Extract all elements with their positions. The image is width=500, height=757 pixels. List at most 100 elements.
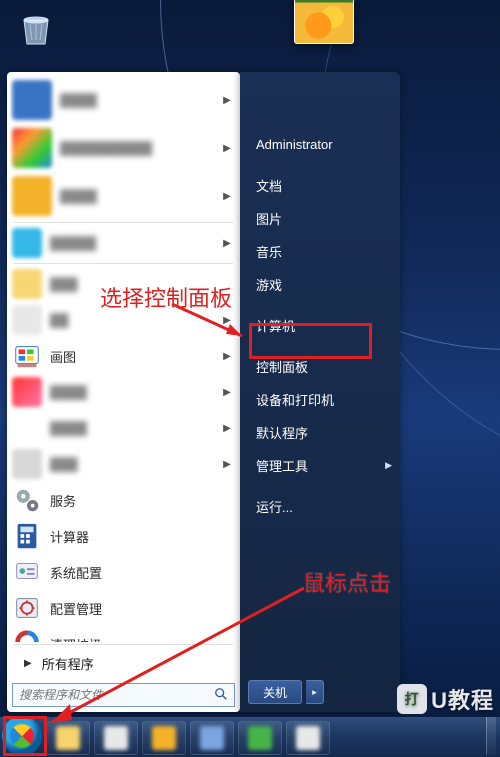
program-item-1[interactable]: ██████████▶ xyxy=(10,124,237,172)
right-item-pictures[interactable]: 图片 xyxy=(240,202,400,235)
program-item-4[interactable]: ███ xyxy=(10,266,237,302)
shutdown-options-arrow[interactable]: ▸ xyxy=(306,680,324,704)
right-item-admin-tools[interactable]: 管理工具 ▶ xyxy=(240,449,400,482)
watermark: 打 U教程 xyxy=(397,683,494,715)
watermark-badge: 打 xyxy=(397,684,427,714)
separator xyxy=(14,644,233,645)
program-icon xyxy=(12,521,42,551)
right-item-computer[interactable]: 计算机 xyxy=(240,309,400,342)
program-list: ████▶██████████▶████▶█████▶█████▶画图▶████… xyxy=(10,76,237,642)
program-label: ██ xyxy=(50,313,213,328)
program-label: 清理垃圾 xyxy=(50,635,233,643)
program-item-2[interactable]: ████ ▶ xyxy=(10,172,237,220)
right-item-label: 游戏 xyxy=(256,275,282,294)
taskbar-item-app-5[interactable] xyxy=(238,721,282,755)
right-item-control-panel[interactable]: 控制面板 xyxy=(240,350,400,383)
right-item-label: 设备和打印机 xyxy=(256,390,334,409)
recycle-bin-icon xyxy=(16,8,56,48)
program-label: ███ xyxy=(50,277,233,292)
taskbar-item-app-2[interactable] xyxy=(94,721,138,755)
triangle-icon: ▶ xyxy=(24,658,32,669)
program-label: ███ xyxy=(50,457,213,472)
program-label: 系统配置 xyxy=(50,563,233,582)
right-item-label: 图片 xyxy=(256,209,282,228)
program-icon xyxy=(12,413,42,443)
taskbar-item-explorer[interactable] xyxy=(46,721,90,755)
all-programs[interactable]: ▶ 所有程序 xyxy=(10,647,237,679)
desktop: ████▶██████████▶████▶█████▶█████▶画图▶████… xyxy=(0,0,500,757)
right-item-label: 文档 xyxy=(256,176,282,195)
show-desktop-button[interactable] xyxy=(486,717,496,755)
shutdown-area: 关机 ▸ xyxy=(240,674,400,712)
all-programs-label: 所有程序 xyxy=(42,654,94,673)
program-icon xyxy=(12,377,42,407)
program-item-12[interactable]: 系统配置 xyxy=(10,554,237,590)
right-item-default-programs[interactable]: 默认程序 xyxy=(240,416,400,449)
program-item-0[interactable]: ████▶ xyxy=(10,76,237,124)
taskbar xyxy=(0,717,500,757)
taskbar-icon xyxy=(200,726,224,750)
program-item-9[interactable]: ███ ▶ xyxy=(10,446,237,482)
right-item-label: 默认程序 xyxy=(256,423,308,442)
username-label: Administrator xyxy=(256,137,333,152)
taskbar-icon xyxy=(152,726,176,750)
taskbar-icon xyxy=(296,726,320,750)
jump-list-arrow-icon: ▶ xyxy=(221,423,233,434)
right-item-devices-printers[interactable]: 设备和打印机 xyxy=(240,383,400,416)
start-menu: ████▶██████████▶████▶█████▶█████▶画图▶████… xyxy=(7,72,400,722)
search-row xyxy=(10,679,237,709)
program-item-3[interactable]: █████▶ xyxy=(10,225,237,261)
right-item-music[interactable]: 音乐 xyxy=(240,235,400,268)
program-icon xyxy=(12,305,42,335)
shutdown-button[interactable]: 关机 xyxy=(248,680,302,704)
program-label: █████ xyxy=(50,236,213,251)
recycle-bin[interactable] xyxy=(12,8,60,60)
program-label: ████ xyxy=(50,421,213,436)
right-item-label: 控制面板 xyxy=(256,357,308,376)
avatar-image xyxy=(295,0,353,43)
search-input[interactable] xyxy=(19,688,214,702)
program-item-6[interactable]: 画图▶ xyxy=(10,338,237,374)
taskbar-item-app-3[interactable] xyxy=(142,721,186,755)
taskbar-icon xyxy=(248,726,272,750)
program-item-5[interactable]: ██ ▶ xyxy=(10,302,237,338)
taskbar-item-app-6[interactable] xyxy=(286,721,330,755)
account-name[interactable]: Administrator xyxy=(240,128,400,161)
program-item-7[interactable]: ████▶ xyxy=(10,374,237,410)
program-icon xyxy=(12,629,42,642)
user-avatar[interactable] xyxy=(294,0,354,44)
search-box[interactable] xyxy=(12,683,235,707)
program-item-11[interactable]: 计算器 xyxy=(10,518,237,554)
program-icon xyxy=(12,449,42,479)
right-item-games[interactable]: 游戏 xyxy=(240,268,400,301)
program-icon xyxy=(12,80,52,120)
program-icon xyxy=(12,557,42,587)
program-item-8[interactable]: ████ ▶ xyxy=(10,410,237,446)
right-item-documents[interactable]: 文档 xyxy=(240,169,400,202)
program-item-13[interactable]: 配置管理 xyxy=(10,590,237,626)
right-item-run[interactable]: 运行... xyxy=(240,490,400,523)
shutdown-label: 关机 xyxy=(263,684,287,701)
jump-list-arrow-icon: ▶ xyxy=(221,315,233,326)
jump-list-arrow-icon: ▶ xyxy=(221,351,233,362)
program-icon xyxy=(12,485,42,515)
start-button[interactable] xyxy=(2,716,42,756)
jump-list-arrow-icon: ▶ xyxy=(221,191,233,202)
jump-list-arrow-icon: ▶ xyxy=(221,459,233,470)
program-label: ████ xyxy=(60,93,213,108)
program-icon xyxy=(12,593,42,623)
program-label: ██████████ xyxy=(60,141,213,156)
submenu-arrow-icon: ▶ xyxy=(385,460,392,471)
program-icon xyxy=(12,128,52,168)
program-label: 服务 xyxy=(50,491,233,510)
program-item-14[interactable]: 清理垃圾 xyxy=(10,626,237,642)
right-item-label: 计算机 xyxy=(256,316,295,335)
jump-list-arrow-icon: ▶ xyxy=(221,387,233,398)
right-item-label: 管理工具 xyxy=(256,456,308,475)
program-item-10[interactable]: 服务 xyxy=(10,482,237,518)
program-label: ████ xyxy=(60,189,213,204)
right-item-label: 运行... xyxy=(256,497,293,516)
program-icon xyxy=(12,176,52,216)
watermark-text: U教程 xyxy=(431,683,494,715)
taskbar-item-app-4[interactable] xyxy=(190,721,234,755)
